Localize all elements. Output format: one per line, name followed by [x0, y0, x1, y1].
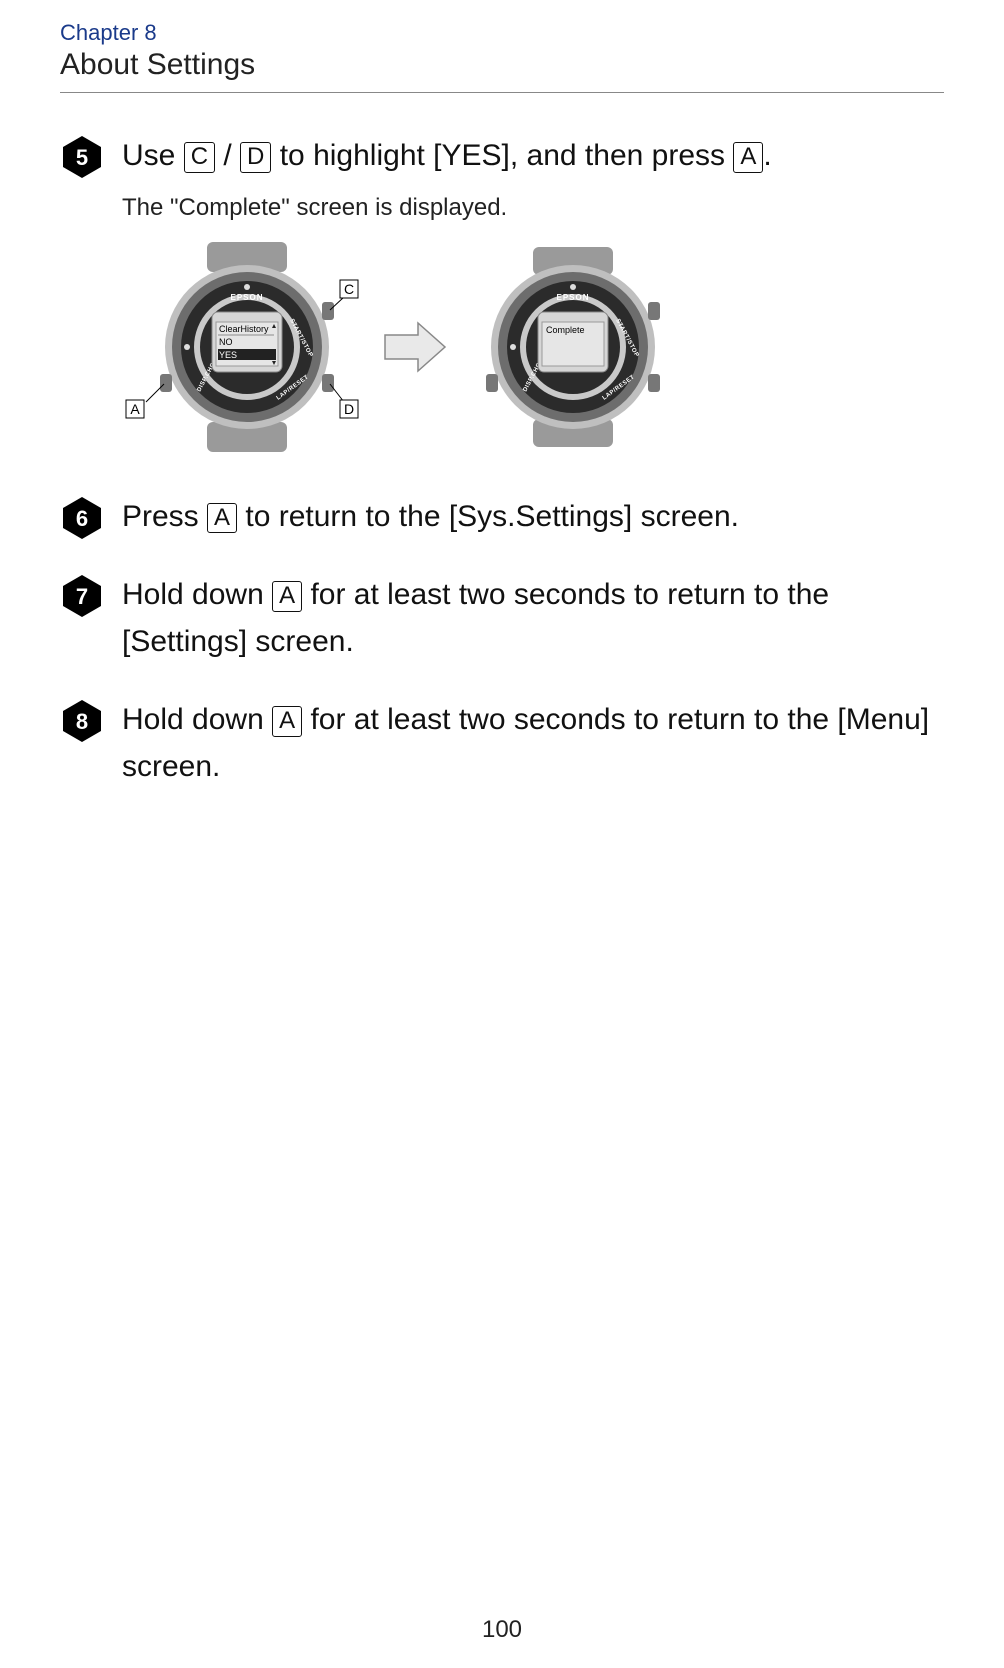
step-number-text: 6 [76, 506, 88, 531]
step-7-heading: Hold down A for at least two seconds to … [122, 572, 944, 665]
brand-text: EPSON [230, 293, 263, 302]
step-5-subtext: The "Complete" screen is displayed. [122, 194, 944, 222]
keycap-c: C [184, 142, 215, 173]
step-6-heading: Press A to return to the [Sys.Settings] … [122, 494, 944, 541]
step-6-content: Press A to return to the [Sys.Settings] … [122, 494, 944, 541]
section-title: About Settings [60, 48, 944, 82]
keycap-d: D [240, 142, 271, 173]
hexagon-icon: 5 [60, 135, 104, 179]
callout-a-text: A [130, 401, 140, 417]
step-6: 6 Press A to return to the [Sys.Settings… [60, 494, 944, 541]
callout-d: D [340, 400, 358, 418]
keycap-a: A [272, 581, 302, 612]
chapter-label: Chapter 8 [60, 20, 944, 46]
step-number-text: 5 [76, 145, 88, 170]
screen-line-1: ClearHistory [219, 324, 269, 334]
arrow-right-icon [380, 317, 450, 377]
text-fragment: / [215, 139, 240, 172]
arrow-right [380, 317, 450, 377]
step-5: 5 Use C / D to highlight [YES], and then… [60, 133, 944, 462]
callout-c-text: C [344, 281, 354, 297]
text-fragment: Press [122, 500, 207, 533]
step-8: 8 Hold down A for at least two seconds t… [60, 697, 944, 790]
step-number-6: 6 [60, 496, 104, 540]
hexagon-icon: 7 [60, 574, 104, 618]
step-number-text: 7 [76, 584, 88, 609]
watch-illustration-2: START/STOP DISP.CHG LAP/RESET EPSON Comp… [468, 247, 668, 447]
step-8-heading: Hold down A for at least two seconds to … [122, 697, 944, 790]
hexagon-icon: 8 [60, 699, 104, 743]
step-5-heading: Use C / D to highlight [YES], and then p… [122, 133, 944, 180]
text-fragment: . [763, 139, 771, 172]
watch-complete: START/STOP DISP.CHG LAP/RESET EPSON Comp… [468, 247, 668, 447]
watch-illustration-1: START/STOP DISP.CHG LAP/RESET EPSON Clea… [122, 242, 362, 452]
text-fragment: to return to the [Sys.Settings] screen. [237, 500, 739, 533]
step-7-content: Hold down A for at least two seconds to … [122, 572, 944, 665]
screen-complete-text: Complete [546, 325, 585, 335]
screen-line-2: NO [219, 337, 233, 347]
page-number: 100 [0, 1616, 1004, 1644]
text-fragment: Use [122, 139, 184, 172]
step-5-figure: START/STOP DISP.CHG LAP/RESET EPSON Clea… [122, 242, 944, 452]
screen-line-3: YES [219, 350, 237, 360]
callout-a: A [126, 400, 144, 418]
text-fragment: Hold down [122, 578, 272, 611]
text-fragment: Hold down [122, 703, 272, 736]
step-number-text: 8 [76, 709, 88, 734]
callout-c: C [340, 280, 358, 298]
brand-text-2: EPSON [556, 293, 589, 302]
watch-clear-history: START/STOP DISP.CHG LAP/RESET EPSON Clea… [122, 242, 362, 452]
step-number-5: 5 [60, 135, 104, 179]
keycap-a: A [207, 503, 237, 534]
page-header: Chapter 8 About Settings [60, 20, 944, 93]
text-fragment: to highlight [YES], and then press [271, 139, 733, 172]
callout-d-text: D [344, 401, 354, 417]
keycap-a: A [733, 142, 763, 173]
step-number-7: 7 [60, 574, 104, 618]
step-7: 7 Hold down A for at least two seconds t… [60, 572, 944, 665]
step-5-content: Use C / D to highlight [YES], and then p… [122, 133, 944, 462]
keycap-a: A [272, 706, 302, 737]
hexagon-icon: 6 [60, 496, 104, 540]
step-8-content: Hold down A for at least two seconds to … [122, 697, 944, 790]
header-divider [60, 92, 944, 93]
step-number-8: 8 [60, 699, 104, 743]
